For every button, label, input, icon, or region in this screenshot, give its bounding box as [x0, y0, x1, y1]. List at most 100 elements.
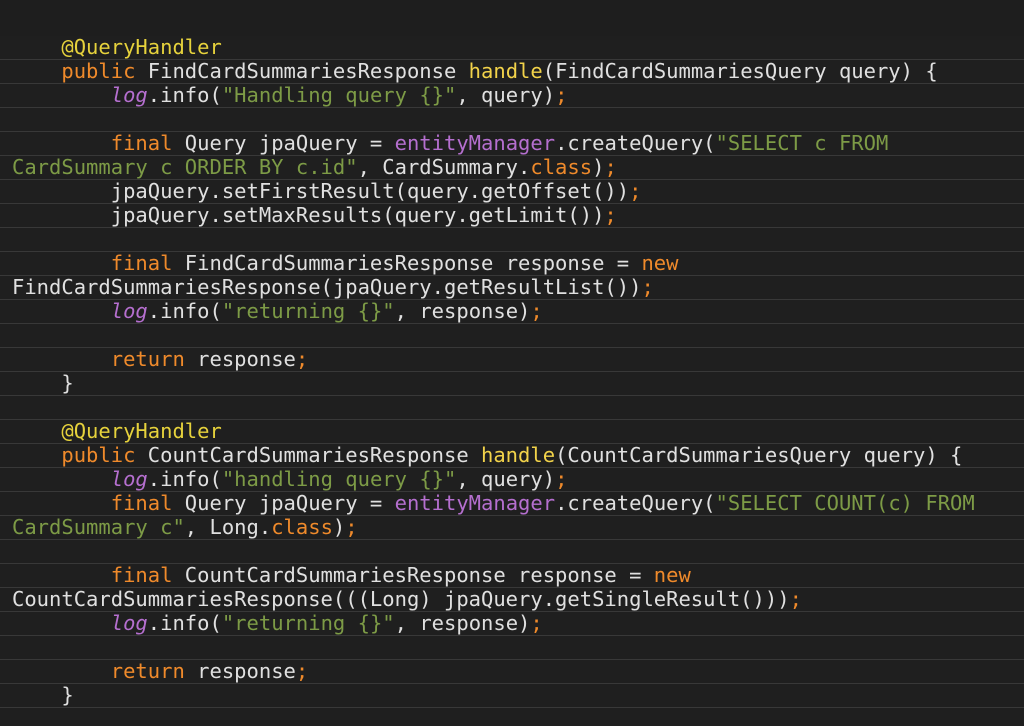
code-line[interactable]: public CountCardSummariesResponse handle… — [0, 444, 1024, 468]
code-token: Query jpaQuery = — [172, 132, 395, 155]
code-line[interactable] — [0, 324, 1024, 348]
code-token: , response) — [394, 612, 531, 635]
string-token: "SELECT c FROM — [715, 132, 889, 155]
code-line[interactable]: final FindCardSummariesResponse response… — [0, 252, 1024, 276]
code-line[interactable] — [0, 636, 1024, 660]
annotation-token: @QueryHandler — [12, 36, 222, 59]
code-token: CountCardSummariesResponse — [135, 444, 481, 467]
keyword-token: ; — [629, 180, 642, 203]
method-name-token: handle — [481, 444, 556, 467]
code-line[interactable]: log.info("returning {}", response); — [0, 300, 1024, 324]
code-token: .createQuery( — [555, 492, 716, 515]
keyword-token: new — [641, 252, 679, 275]
code-line[interactable]: CardSummary c", Long.class); — [0, 516, 1024, 540]
code-token: jpaQuery.setMaxResults(query.getLimit()) — [12, 204, 605, 227]
field-token: log — [110, 84, 148, 107]
string-token: "handling query {}" — [221, 468, 457, 491]
code-editor[interactable]: @QueryHandler public FindCardSummariesRe… — [0, 36, 1024, 726]
field-token: entityManager — [394, 132, 556, 155]
keyword-token: final — [12, 492, 173, 515]
keyword-token: ; — [604, 204, 617, 227]
code-token: , query) — [456, 468, 556, 491]
field-token: entityManager — [394, 492, 556, 515]
code-line[interactable] — [0, 108, 1024, 132]
code-line[interactable]: CountCardSummariesResponse(((Long) jpaQu… — [0, 588, 1024, 612]
keyword-token: ; — [641, 276, 654, 299]
keyword-token: return — [12, 660, 185, 683]
code-token: CountCardSummariesResponse(((Long) jpaQu… — [12, 588, 790, 611]
code-token: ) — [332, 516, 346, 539]
field-token: log — [110, 300, 148, 323]
keyword-token: final — [12, 564, 173, 587]
method-name-token: handle — [468, 60, 543, 83]
keyword-token: ; — [295, 348, 309, 371]
keyword-token: final — [12, 252, 173, 275]
field-token: log — [110, 468, 148, 491]
string-token: CardSummary c ORDER BY c.id" — [12, 156, 358, 179]
string-token: "returning {}" — [221, 300, 395, 323]
code-line[interactable]: log.info("returning {}", response); — [0, 612, 1024, 636]
code-token: FindCardSummariesResponse — [135, 60, 469, 83]
code-line[interactable]: jpaQuery.setMaxResults(query.getLimit())… — [0, 204, 1024, 228]
code-line[interactable]: log.info("handling query {}", query); — [0, 468, 1024, 492]
code-token: (CountCardSummariesQuery query) { — [555, 444, 963, 467]
string-token: "Handling query {}" — [221, 84, 457, 107]
code-token: } — [12, 684, 74, 707]
code-token: response — [184, 348, 296, 371]
code-line[interactable]: CardSummary c ORDER BY c.id", CardSummar… — [0, 156, 1024, 180]
code-token: , query) — [456, 84, 556, 107]
code-token: .info( — [147, 84, 222, 107]
keyword-token: ; — [530, 300, 543, 323]
code-token: , response) — [394, 300, 531, 323]
code-line[interactable]: return response; — [0, 348, 1024, 372]
keyword-token: ; — [345, 516, 358, 539]
code-token: , Long. — [184, 516, 272, 539]
code-line[interactable]: jpaQuery.setFirstResult(query.getOffset(… — [0, 180, 1024, 204]
code-line[interactable] — [0, 540, 1024, 564]
code-line[interactable]: final Query jpaQuery = entityManager.cre… — [0, 132, 1024, 156]
code-token: , CardSummary. — [357, 156, 531, 179]
keyword-token: final — [12, 132, 173, 155]
keyword-token: ; — [604, 156, 617, 179]
code-line[interactable]: return response; — [0, 660, 1024, 684]
code-token: .info( — [147, 300, 222, 323]
code-token: (FindCardSummariesQuery query) { — [542, 60, 938, 83]
code-line[interactable]: public FindCardSummariesResponse handle(… — [0, 60, 1024, 84]
code-area[interactable]: @QueryHandler public FindCardSummariesRe… — [0, 36, 1024, 708]
code-line[interactable]: @QueryHandler — [0, 36, 1024, 60]
code-line[interactable]: final CountCardSummariesResponse respons… — [0, 564, 1024, 588]
keyword-token: ; — [555, 84, 568, 107]
keyword-token: public — [12, 444, 136, 467]
string-token: "SELECT COUNT(c) FROM — [715, 492, 975, 515]
annotation-token: @QueryHandler — [12, 420, 222, 443]
code-line[interactable]: } — [0, 372, 1024, 396]
code-token: CountCardSummariesResponse response = — [172, 564, 654, 587]
code-token: Query jpaQuery = — [172, 492, 395, 515]
code-line[interactable]: FindCardSummariesResponse(jpaQuery.getRe… — [0, 276, 1024, 300]
keyword-token: ; — [555, 468, 568, 491]
keyword-token: ; — [295, 660, 309, 683]
keyword-token: return — [12, 348, 185, 371]
code-token: FindCardSummariesResponse(jpaQuery.getRe… — [12, 276, 642, 299]
keyword-token: class — [530, 156, 593, 179]
code-token: ) — [592, 156, 605, 179]
string-token: "returning {}" — [221, 612, 395, 635]
keyword-token: public — [12, 60, 136, 83]
code-token: FindCardSummariesResponse response = — [172, 252, 642, 275]
code-line[interactable]: final Query jpaQuery = entityManager.cre… — [0, 492, 1024, 516]
code-line[interactable]: @QueryHandler — [0, 420, 1024, 444]
code-token: .info( — [147, 468, 222, 491]
code-token: .info( — [147, 612, 222, 635]
code-token: } — [12, 372, 74, 395]
keyword-token: new — [653, 564, 691, 587]
keyword-token: ; — [789, 588, 802, 611]
code-line[interactable]: log.info("Handling query {}", query); — [0, 84, 1024, 108]
code-line[interactable] — [0, 228, 1024, 252]
string-token: CardSummary c" — [12, 516, 185, 539]
code-line[interactable]: } — [0, 684, 1024, 708]
code-line[interactable] — [0, 396, 1024, 420]
